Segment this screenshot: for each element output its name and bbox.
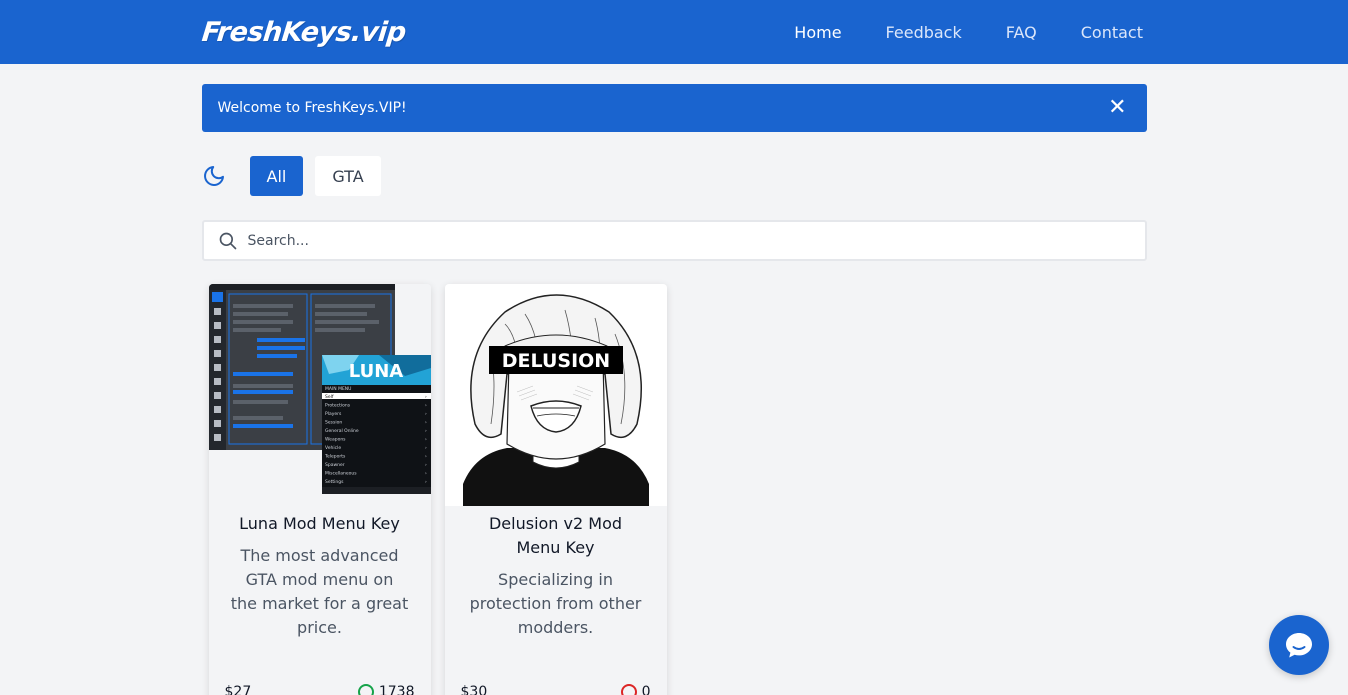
main-container: Welcome to FreshKeys.VIP! ✕ All GTA Sear… bbox=[201, 84, 1147, 695]
stock-count: 0 bbox=[641, 684, 651, 695]
stock-badge: 1738 bbox=[357, 684, 415, 695]
luna-menu-item: Self bbox=[325, 394, 334, 400]
moon-icon[interactable] bbox=[202, 164, 226, 188]
chat-bubble-icon bbox=[1286, 633, 1312, 658]
chevron-right-icon: › bbox=[425, 446, 427, 451]
luna-menu-item: Spawner bbox=[325, 462, 345, 468]
close-icon[interactable]: ✕ bbox=[1108, 97, 1126, 119]
luna-menu-item: Protections bbox=[325, 403, 351, 409]
chevron-right-icon: › bbox=[425, 480, 427, 485]
luna-menu-item: Miscellaneous bbox=[325, 471, 357, 477]
search-bar bbox=[201, 220, 1147, 261]
nav-link-contact[interactable]: Contact bbox=[1081, 23, 1143, 42]
luna-menu-title: MAIN MENU bbox=[325, 386, 351, 392]
product-grid: LUNA MAIN MENU Self › Protections › Players ›… bbox=[202, 284, 1147, 695]
filter-all-button[interactable]: All bbox=[249, 156, 304, 196]
search-input[interactable] bbox=[247, 232, 1048, 249]
delusion-product-image[interactable]: DELUSION bbox=[444, 284, 667, 506]
chevron-right-icon: › bbox=[425, 472, 427, 477]
stock-status-icon bbox=[620, 684, 637, 695]
product-price: $30 bbox=[460, 684, 488, 695]
welcome-alert: Welcome to FreshKeys.VIP! ✕ bbox=[201, 84, 1147, 132]
nav-links: Home Feedback FAQ Contact bbox=[794, 23, 1143, 42]
luna-badge-text: LUNA bbox=[348, 361, 403, 382]
filter-gta-button[interactable]: GTA bbox=[315, 156, 381, 196]
product-footer: $30 0 bbox=[461, 684, 651, 695]
product-price: $27 bbox=[224, 684, 252, 695]
stock-badge: 0 bbox=[620, 684, 651, 695]
chat-launcher-button[interactable] bbox=[1269, 615, 1329, 675]
product-title[interactable]: Luna Mod Menu Key bbox=[209, 512, 431, 536]
chevron-right-icon: › bbox=[425, 455, 427, 460]
luna-menu-item: Vehicle bbox=[325, 445, 341, 451]
chevron-right-icon: › bbox=[425, 412, 427, 417]
product-card-luna[interactable]: LUNA MAIN MENU Self › Protections › Players ›… bbox=[208, 284, 431, 695]
luna-menu-item: Weapons bbox=[325, 437, 346, 443]
search-icon bbox=[219, 232, 236, 249]
chevron-right-icon: › bbox=[425, 438, 427, 443]
luna-menu-item: Session bbox=[325, 420, 342, 426]
chevron-right-icon: › bbox=[425, 463, 427, 468]
product-footer: $27 1738 bbox=[225, 684, 415, 695]
luna-menu-item: General Online bbox=[325, 428, 359, 434]
nav-link-feedback[interactable]: Feedback bbox=[886, 23, 962, 42]
chevron-right-icon: › bbox=[425, 404, 427, 409]
top-navbar: FreshKeys.vip Home Feedback FAQ Contact bbox=[0, 0, 1348, 64]
product-card-delusion[interactable]: DELUSION Delusion v2 Mod Menu Key Specia… bbox=[444, 284, 667, 695]
product-title[interactable]: Delusion v2 Mod Menu Key bbox=[445, 512, 667, 560]
nav-link-faq[interactable]: FAQ bbox=[1006, 23, 1037, 42]
stock-status-icon bbox=[357, 684, 374, 695]
site-logo[interactable]: FreshKeys.vip bbox=[200, 17, 407, 48]
alert-text: Welcome to FreshKeys.VIP! bbox=[217, 100, 407, 116]
chevron-right-icon: › bbox=[425, 395, 427, 400]
luna-menu-item: Players bbox=[325, 411, 342, 417]
luna-menu-item: Settings bbox=[325, 479, 344, 485]
chevron-right-icon: › bbox=[425, 429, 427, 434]
luna-product-image[interactable]: LUNA MAIN MENU Self › Protections › Players ›… bbox=[208, 284, 431, 494]
category-filters: All GTA bbox=[202, 156, 1147, 196]
product-description: The most advanced GTA mod menu on the ma… bbox=[230, 546, 409, 637]
delusion-image-text: DELUSION bbox=[501, 350, 609, 372]
luna-menu-item: Teleports bbox=[324, 454, 346, 460]
chevron-right-icon: › bbox=[425, 421, 427, 426]
nav-link-home[interactable]: Home bbox=[794, 23, 841, 42]
product-description: Specializing in protection from other mo… bbox=[469, 570, 642, 637]
stock-count: 1738 bbox=[378, 684, 415, 695]
